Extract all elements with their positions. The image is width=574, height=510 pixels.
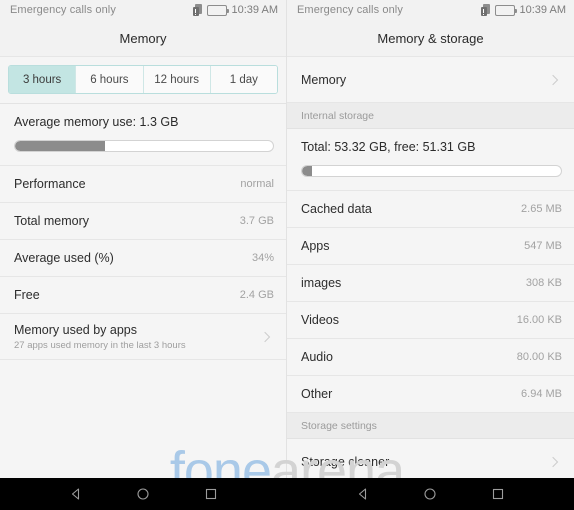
row-memory-used-by-apps-sub: 27 apps used memory in the last 3 hours (14, 339, 186, 351)
status-icons-right: 10:39 AM (480, 4, 566, 16)
row-storage-cleaner-label: Storage cleaner (301, 454, 390, 469)
row-cached-data-label: Cached data (301, 202, 372, 216)
row-memory-used-by-apps[interactable]: Memory used by apps 27 apps used memory … (0, 314, 286, 360)
row-average-used-value: 34% (251, 252, 274, 264)
total-storage-label: Total: 53.32 GB, free: 51.31 GB (301, 140, 476, 154)
row-average-used-label: Average used (%) (14, 251, 114, 265)
row-other-label: Other (301, 387, 333, 401)
chevron-right-icon (548, 73, 562, 87)
phone-screenshot: Emergency calls only 10:39 AM Memory 3 h… (0, 0, 574, 510)
navigation-bar-right (287, 478, 574, 510)
row-videos-label: Videos (301, 313, 339, 327)
tab-1-day[interactable]: 1 day (210, 66, 277, 93)
total-storage-block: Total: 53.32 GB, free: 51.31 GB (287, 129, 574, 191)
total-storage-progress-fill (302, 166, 313, 176)
row-performance-value: normal (240, 178, 274, 190)
total-storage-progress (301, 165, 562, 177)
tab-12-hours[interactable]: 12 hours (143, 66, 211, 93)
row-free-value: 2.4 GB (239, 289, 274, 301)
row-images[interactable]: images 308 KB (287, 265, 574, 302)
row-other-value: 6.94 MB (521, 388, 562, 400)
row-audio-value: 80.00 KB (516, 351, 562, 363)
page-title-right: Memory & storage (287, 20, 574, 57)
navigation-bars (0, 478, 574, 510)
recents-icon[interactable] (490, 486, 506, 502)
sim-card-icon (480, 4, 490, 16)
row-free-label: Free (14, 288, 40, 302)
navigation-bar-left (0, 478, 287, 510)
row-videos-value: 16.00 KB (516, 314, 562, 326)
section-header-storage-settings: Storage settings (287, 413, 574, 439)
home-icon[interactable] (135, 486, 151, 502)
average-memory-use-label: Average memory use: 1.3 GB (14, 115, 179, 129)
left-pane-memory: Emergency calls only 10:39 AM Memory 3 h… (0, 0, 287, 510)
row-performance-label: Performance (14, 177, 86, 191)
average-memory-use-progress-fill (15, 141, 106, 151)
row-performance[interactable]: Performance normal (0, 166, 286, 203)
average-memory-use-block: Average memory use: 1.3 GB (0, 104, 286, 166)
tab-6-hours[interactable]: 6 hours (76, 66, 144, 93)
back-icon[interactable] (355, 486, 371, 502)
row-memory[interactable]: Memory (287, 57, 574, 103)
chevron-right-icon (260, 330, 274, 344)
row-apps[interactable]: Apps 547 MB (287, 228, 574, 265)
row-memory-used-by-apps-text: Memory used by apps 27 apps used memory … (14, 323, 260, 351)
row-memory-used-by-apps-label: Memory used by apps (14, 322, 137, 337)
row-videos[interactable]: Videos 16.00 KB (287, 302, 574, 339)
tab-3-hours[interactable]: 3 hours (9, 66, 77, 93)
chevron-right-icon (548, 455, 562, 469)
row-cached-data[interactable]: Cached data 2.65 MB (287, 191, 574, 228)
row-memory-label: Memory (301, 72, 347, 87)
row-images-value: 308 KB (525, 277, 562, 289)
row-apps-value: 547 MB (524, 240, 562, 252)
row-cached-data-value: 2.65 MB (521, 203, 562, 215)
status-bar-right: Emergency calls only 10:39 AM (287, 0, 574, 20)
battery-icon (206, 4, 229, 16)
battery-icon (494, 4, 517, 16)
row-audio-label: Audio (301, 350, 333, 364)
row-apps-label: Apps (301, 239, 330, 253)
section-header-internal-storage: Internal storage (287, 103, 574, 129)
recents-icon[interactable] (203, 486, 219, 502)
page-title-left: Memory (0, 20, 286, 57)
sim-card-icon (192, 4, 202, 16)
right-pane-memory-storage: Emergency calls only 10:39 AM Memory & s… (287, 0, 574, 510)
row-average-used[interactable]: Average used (%) 34% (0, 240, 286, 277)
time-range-tabstrip: 3 hours 6 hours 12 hours 1 day (8, 65, 278, 94)
average-memory-use-progress (14, 140, 274, 152)
time-range-tabstrip-wrap: 3 hours 6 hours 12 hours 1 day (0, 57, 286, 104)
clock-label: 10:39 AM (231, 4, 278, 16)
home-icon[interactable] (422, 486, 438, 502)
carrier-label-right: Emergency calls only (297, 4, 403, 16)
carrier-label: Emergency calls only (10, 4, 116, 16)
row-total-memory-value: 3.7 GB (239, 215, 274, 227)
dual-screenshot-container: Emergency calls only 10:39 AM Memory 3 h… (0, 0, 574, 510)
row-total-memory[interactable]: Total memory 3.7 GB (0, 203, 286, 240)
row-free[interactable]: Free 2.4 GB (0, 277, 286, 314)
row-audio[interactable]: Audio 80.00 KB (287, 339, 574, 376)
clock-label-right: 10:39 AM (519, 4, 566, 16)
row-total-memory-label: Total memory (14, 214, 90, 228)
status-bar-left: Emergency calls only 10:39 AM (0, 0, 286, 20)
back-icon[interactable] (68, 486, 84, 502)
status-icons: 10:39 AM (192, 4, 278, 16)
row-other[interactable]: Other 6.94 MB (287, 376, 574, 413)
row-images-label: images (301, 276, 342, 290)
